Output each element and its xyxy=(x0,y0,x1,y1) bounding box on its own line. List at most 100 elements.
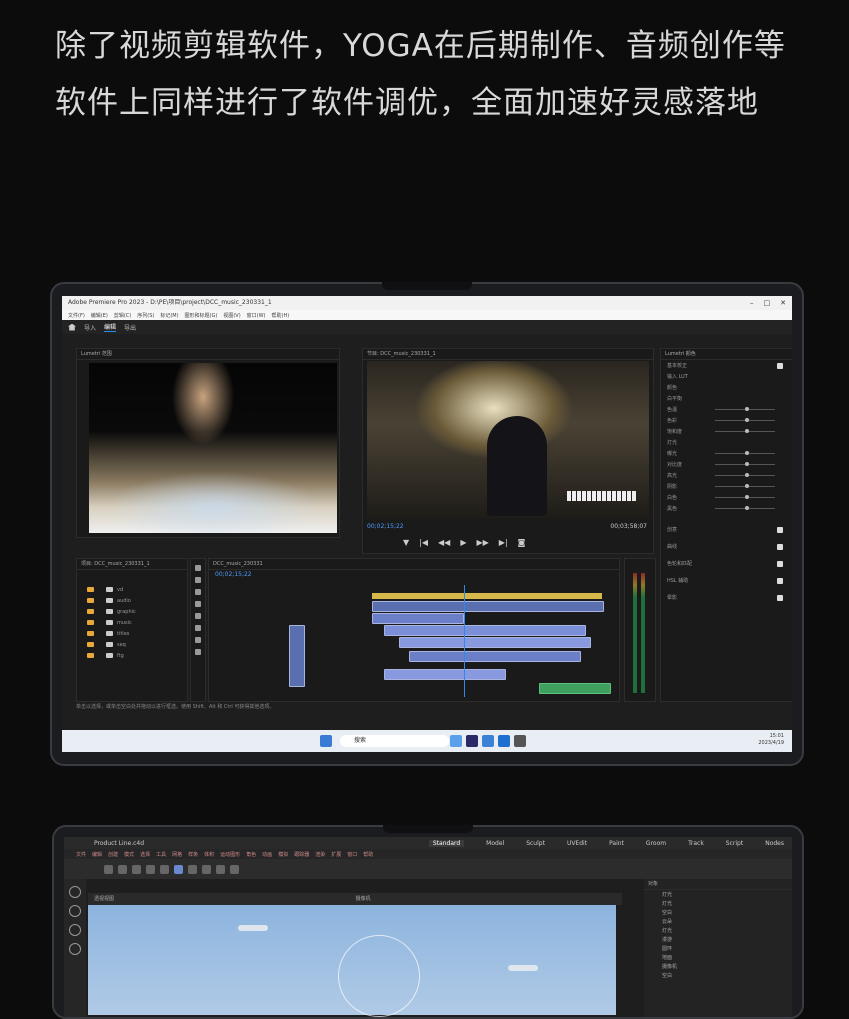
menu-item[interactable]: 扩展 xyxy=(331,851,341,858)
tab-export[interactable]: 导出 xyxy=(124,323,136,332)
y-axis-icon[interactable] xyxy=(146,864,155,874)
rewind-icon[interactable]: ◀◀ xyxy=(438,538,450,547)
redo-icon[interactable] xyxy=(118,864,127,874)
lumetri-slider-row[interactable]: 黑色 xyxy=(661,503,792,514)
step-back-icon[interactable]: |◀ xyxy=(419,538,428,547)
program-timecode-in[interactable]: 00;02;15;22 xyxy=(367,523,404,530)
layout-tab[interactable]: Paint xyxy=(609,840,624,847)
project-folder[interactable]: seq xyxy=(77,639,187,650)
timeline-clip[interactable] xyxy=(409,651,581,662)
undo-icon[interactable] xyxy=(104,864,113,874)
tab-import[interactable]: 导入 xyxy=(84,323,96,332)
timeline-clip[interactable] xyxy=(372,613,464,624)
type-tool-icon[interactable] xyxy=(195,649,201,655)
track-select-icon[interactable] xyxy=(195,577,201,583)
x-axis-icon[interactable] xyxy=(132,864,141,874)
lumetri-row[interactable]: 颜色 xyxy=(661,382,792,393)
lumetri-row[interactable]: 白平衡 xyxy=(661,393,792,404)
light-icon[interactable] xyxy=(216,864,225,874)
menu-item[interactable]: 标记(M) xyxy=(160,312,178,319)
menu-item[interactable]: 创建 xyxy=(108,851,118,858)
lumetri-slider-row[interactable]: 白色 xyxy=(661,492,792,503)
slip-tool-icon[interactable] xyxy=(195,613,201,619)
menu-item[interactable]: 模式 xyxy=(124,851,134,858)
project-folder[interactable]: music xyxy=(77,617,187,628)
menu-item[interactable]: 样条 xyxy=(188,851,198,858)
timeline-timecode[interactable]: 00;02;15;22 xyxy=(215,571,252,578)
forward-icon[interactable]: ▶▶ xyxy=(476,538,488,547)
objects-header[interactable]: 对象 xyxy=(644,879,792,890)
lumetri-slider-row[interactable]: 色彩 xyxy=(661,415,792,426)
menu-item[interactable]: 运动图形 xyxy=(220,851,240,858)
camera-label[interactable]: 摄像机 xyxy=(356,896,371,902)
menu-item[interactable]: 渲染 xyxy=(315,851,325,858)
pen-icon[interactable] xyxy=(202,864,211,874)
minimize-icon[interactable]: – xyxy=(750,296,754,310)
lumetri-slider-row[interactable]: 阴影 xyxy=(661,481,792,492)
lumetri-slider-row[interactable]: 曝光 xyxy=(661,448,792,459)
layout-tab[interactable]: Sculpt xyxy=(526,840,545,847)
object-row[interactable]: 灯光 xyxy=(644,899,792,908)
menu-item[interactable]: 跟踪器 xyxy=(294,851,309,858)
taskbar-search[interactable]: 搜索 xyxy=(340,735,449,747)
mark-in-icon[interactable]: ▼ xyxy=(403,538,409,547)
lumetri-section[interactable]: 晕影 xyxy=(661,592,792,603)
object-row[interactable]: 圆环 xyxy=(644,944,792,953)
object-row[interactable]: 云朵 xyxy=(644,917,792,926)
timeline-tab[interactable]: DCC_music_230331 xyxy=(209,559,619,570)
tab-edit[interactable]: 编辑 xyxy=(104,322,117,332)
object-row[interactable]: 灯光 xyxy=(644,926,792,935)
hand-tool-icon[interactable] xyxy=(195,637,201,643)
menu-item[interactable]: 帮助(H) xyxy=(272,312,290,319)
menu-item[interactable]: 网格 xyxy=(172,851,182,858)
store-icon[interactable] xyxy=(482,735,494,747)
menu-item[interactable]: 模拟 xyxy=(278,851,288,858)
camera-icon[interactable]: ◙ xyxy=(518,538,526,547)
menu-item[interactable]: 序列(S) xyxy=(137,312,154,319)
lumetri-section[interactable]: 创意 xyxy=(661,524,792,535)
project-folder[interactable]: graphic xyxy=(77,606,187,617)
timeline-clip[interactable] xyxy=(399,637,591,648)
lumetri-row[interactable]: 基本校正 xyxy=(661,360,792,371)
project-folder[interactable]: titles xyxy=(77,628,187,639)
menu-item[interactable]: 工具 xyxy=(156,851,166,858)
lumetri-slider-row[interactable]: 饱和度 xyxy=(661,426,792,437)
file-explorer-icon[interactable] xyxy=(450,735,462,747)
menu-item[interactable]: 视图(V) xyxy=(223,312,240,319)
system-clock[interactable]: 15:01 2023/4/19 xyxy=(758,733,784,747)
work-area-bar[interactable] xyxy=(372,593,602,599)
timeline-clip[interactable] xyxy=(372,601,604,612)
object-row[interactable]: 漫游 xyxy=(644,935,792,944)
start-icon[interactable] xyxy=(320,735,332,747)
layout-tab[interactable]: UVEdit xyxy=(567,840,587,847)
layout-tab[interactable]: Track xyxy=(688,840,704,847)
pen-tool-icon[interactable] xyxy=(195,625,201,631)
layout-tab[interactable]: Groom xyxy=(646,840,666,847)
layout-tab[interactable]: Model xyxy=(486,840,504,847)
viewport-label[interactable]: 透视视图 xyxy=(94,896,114,902)
object-row[interactable]: 空白 xyxy=(644,971,792,980)
cube-icon[interactable] xyxy=(188,864,197,874)
object-row[interactable]: 摄像机 xyxy=(644,962,792,971)
home-icon[interactable] xyxy=(68,323,76,331)
object-row[interactable]: 空白 xyxy=(644,908,792,917)
program-panel-title[interactable]: 节目: DCC_music_230331_1 xyxy=(363,349,653,360)
rotate-tool-icon[interactable] xyxy=(69,924,81,936)
lumetri-slider-row[interactable]: 对比度 xyxy=(661,459,792,470)
z-axis-icon[interactable] xyxy=(160,864,169,874)
timeline-clip[interactable] xyxy=(289,625,305,687)
scopes-panel-title[interactable]: Lumetri 范围 xyxy=(77,349,339,360)
lumetri-section[interactable]: 曲线 xyxy=(661,541,792,552)
camera-icon[interactable] xyxy=(230,864,239,874)
menu-item[interactable]: 窗口 xyxy=(347,851,357,858)
audio-clip[interactable] xyxy=(539,683,611,694)
lumetri-section[interactable]: 色轮和匹配 xyxy=(661,558,792,569)
layout-tab[interactable]: Standard xyxy=(428,839,465,847)
playhead[interactable] xyxy=(464,585,465,697)
menu-item[interactable]: 编辑 xyxy=(92,851,102,858)
scale-tool-icon[interactable] xyxy=(69,905,81,917)
menu-item[interactable]: 剪辑(C) xyxy=(114,312,131,319)
menu-item[interactable]: 编辑(E) xyxy=(91,312,108,319)
lumetri-title[interactable]: Lumetri 颜色 xyxy=(661,349,792,360)
timeline-clip[interactable] xyxy=(384,625,586,636)
